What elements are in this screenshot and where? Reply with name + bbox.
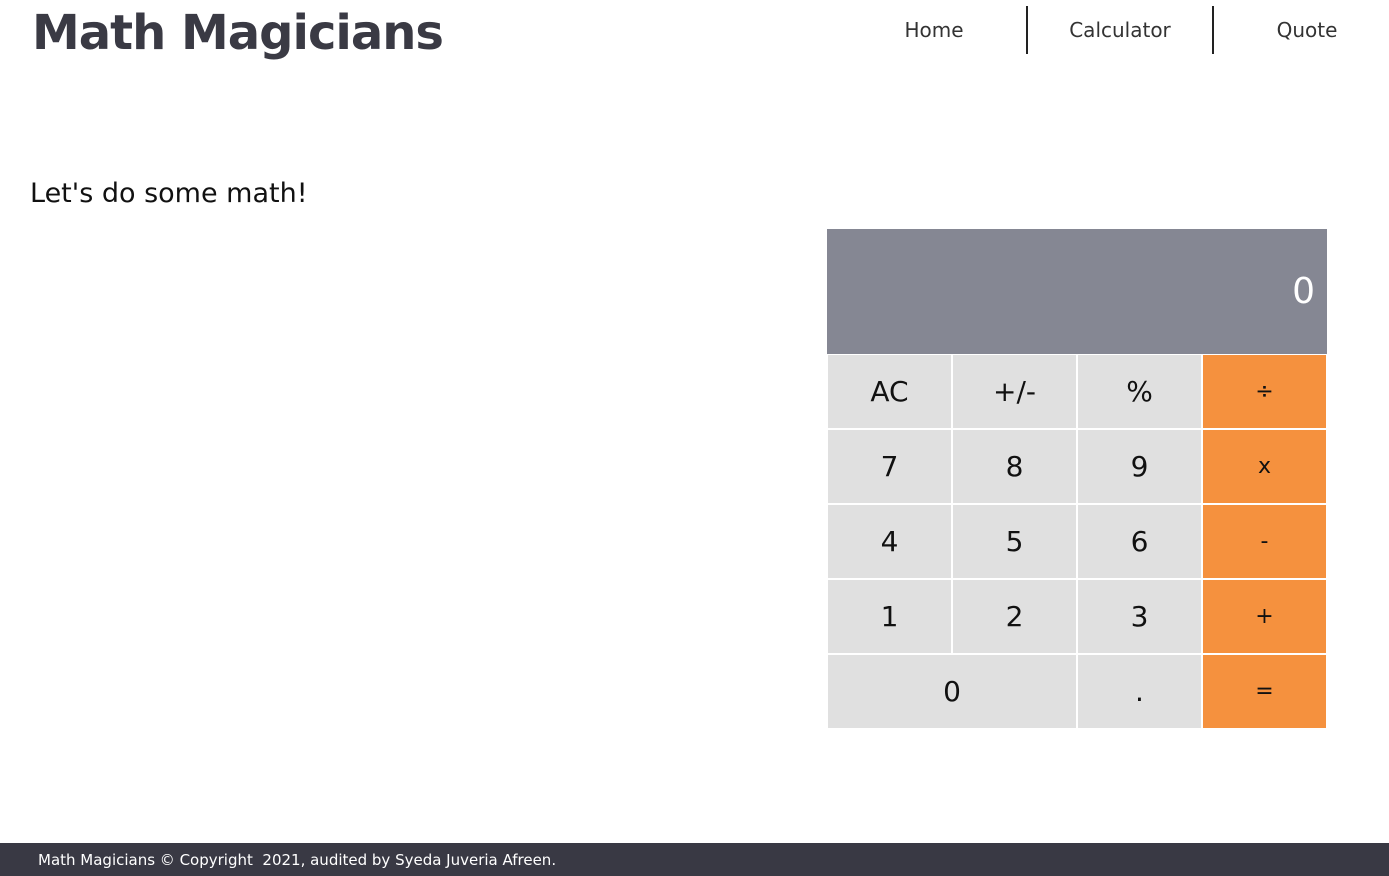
page: Math Magicians Home Calculator Quote Let…: [0, 0, 1389, 876]
divide-button[interactable]: ÷: [1202, 354, 1327, 429]
calculator: 0 AC +/- % ÷ 7 8 9 x 4 5 6 - 1 2 3 + 0 .…: [827, 229, 1327, 729]
percent-button[interactable]: %: [1077, 354, 1202, 429]
digit-0-button[interactable]: 0: [827, 654, 1077, 729]
nav-quote-link[interactable]: Quote: [1214, 6, 1389, 54]
digit-9-button[interactable]: 9: [1077, 429, 1202, 504]
calculator-display: 0: [827, 229, 1327, 354]
digit-8-button[interactable]: 8: [952, 429, 1077, 504]
main-nav: Home Calculator Quote: [842, 6, 1389, 56]
calculator-keypad: AC +/- % ÷ 7 8 9 x 4 5 6 - 1 2 3 + 0 . =: [827, 354, 1327, 729]
subtract-button[interactable]: -: [1202, 504, 1327, 579]
footer-text: Math Magicians © Copyright 2021, audited…: [38, 850, 557, 869]
digit-7-button[interactable]: 7: [827, 429, 952, 504]
nav-calculator-link[interactable]: Calculator: [1028, 6, 1214, 54]
digit-6-button[interactable]: 6: [1077, 504, 1202, 579]
nav-home-link[interactable]: Home: [842, 6, 1028, 54]
digit-4-button[interactable]: 4: [827, 504, 952, 579]
intro-heading: Let's do some math!: [30, 178, 308, 209]
footer: Math Magicians © Copyright 2021, audited…: [0, 843, 1389, 876]
digit-3-button[interactable]: 3: [1077, 579, 1202, 654]
digit-5-button[interactable]: 5: [952, 504, 1077, 579]
decimal-point-button[interactable]: .: [1077, 654, 1202, 729]
equals-button[interactable]: =: [1202, 654, 1327, 729]
digit-1-button[interactable]: 1: [827, 579, 952, 654]
digit-2-button[interactable]: 2: [952, 579, 1077, 654]
toggle-sign-button[interactable]: +/-: [952, 354, 1077, 429]
add-button[interactable]: +: [1202, 579, 1327, 654]
multiply-button[interactable]: x: [1202, 429, 1327, 504]
brand-logo[interactable]: Math Magicians: [32, 2, 444, 64]
all-clear-button[interactable]: AC: [827, 354, 952, 429]
